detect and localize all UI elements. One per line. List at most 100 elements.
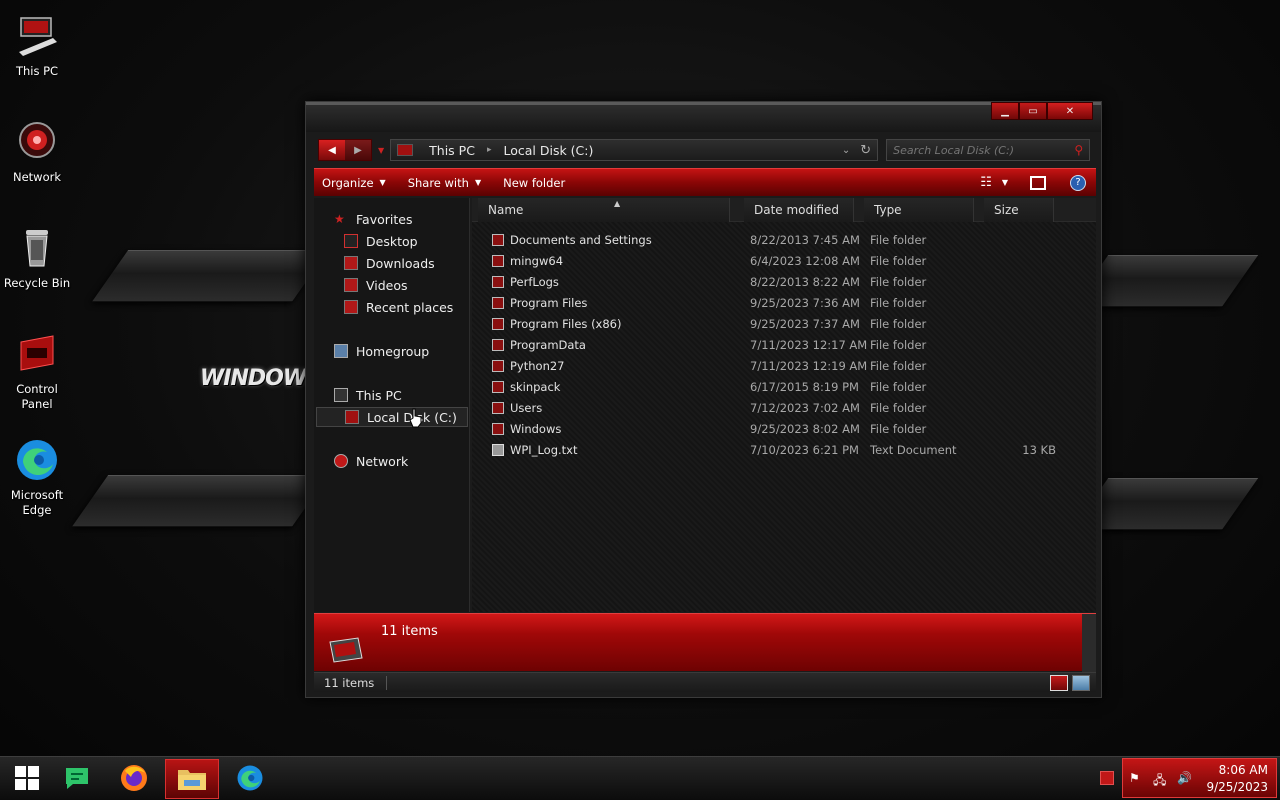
text-file-icon [492, 444, 504, 456]
taskbar-edge[interactable] [223, 759, 277, 799]
start-button[interactable] [0, 759, 54, 799]
file-date-modified: 6/4/2023 12:08 AM [750, 254, 860, 268]
view-options-dropdown-icon[interactable]: ▼ [1002, 178, 1008, 187]
tree-item-recent-places[interactable]: Recent places [344, 297, 453, 317]
file-row[interactable]: Program Files 9/25/2023 7:36 AM File folde… [472, 293, 1096, 314]
system-tray: ⚑ 🖧 🔊 8:06 AM 9/25/2023 [1122, 758, 1277, 798]
search-input[interactable] [893, 143, 1075, 157]
recent-places-folder-icon [344, 300, 358, 314]
view-options-icon[interactable]: ☷ [980, 175, 992, 190]
back-button[interactable]: ◀ [319, 140, 345, 160]
tree-item-desktop[interactable]: Desktop [344, 231, 418, 251]
file-row[interactable]: PerfLogs 8/22/2013 8:22 AM File folder [472, 272, 1096, 293]
command-bar: Organize ▼ Share with ▼ New folder ☷ ▼ ? [314, 168, 1096, 196]
folder-icon [492, 297, 504, 309]
drive-icon [397, 144, 414, 156]
breadcrumb-local-disk[interactable]: Local Disk (C:) [503, 143, 593, 158]
search-box[interactable]: ⚲ [886, 139, 1091, 161]
tree-item-local-disk[interactable]: Local Disk (C:) [316, 407, 468, 427]
column-header-date-modified[interactable]: Date modified [744, 198, 854, 222]
tree-item-homegroup[interactable]: Homegroup [334, 341, 429, 361]
file-name: Windows [510, 422, 562, 436]
details-view-icon[interactable] [1050, 674, 1068, 691]
tree-item-network[interactable]: Network [334, 451, 408, 471]
back-arrow-icon: ◀ [328, 144, 336, 156]
tree-item-downloads[interactable]: Downloads [344, 253, 435, 273]
breadcrumb-this-pc[interactable]: This PC [429, 143, 475, 158]
breadcrumb-separator-icon[interactable]: ▸ [487, 145, 492, 155]
view-switcher [1046, 674, 1090, 691]
window-controls: ▁ ▭ ✕ [991, 102, 1093, 120]
file-row[interactable]: Documents and Settings 8/22/2013 7:45 AM F… [472, 230, 1096, 251]
clock-time: 8:06 AM [1218, 763, 1268, 777]
file-type: File folder [870, 401, 927, 415]
maximize-button[interactable]: ▭ [1019, 102, 1047, 120]
taskbar: ⚑ 🖧 🔊 8:06 AM 9/25/2023 [0, 756, 1280, 800]
minimize-button[interactable]: ▁ [991, 102, 1019, 120]
new-folder-label: New folder [503, 175, 566, 190]
desktop-icon-control-panel[interactable]: Control Panel [0, 330, 74, 412]
volume-icon[interactable]: 🔊 [1177, 771, 1192, 785]
sort-ascending-icon: ▲ [614, 199, 621, 208]
show-hidden-icons-button[interactable] [1100, 771, 1114, 785]
tree-item-label: This PC [356, 387, 402, 403]
status-item-count: 11 items [324, 675, 375, 690]
file-row[interactable]: skinpack 6/17/2015 8:19 PM File folder [472, 377, 1096, 398]
this-pc-icon [334, 388, 348, 402]
network-status-icon[interactable]: 🖧 [1153, 771, 1166, 792]
help-icon[interactable]: ? [1070, 174, 1086, 191]
tree-item-this-pc[interactable]: This PC [334, 385, 402, 405]
close-icon: ✕ [1065, 105, 1075, 117]
file-name: Program Files [510, 296, 588, 310]
file-row[interactable]: Windows 9/25/2023 8:02 AM File folder [472, 419, 1096, 440]
column-label: Name [488, 203, 524, 217]
share-with-button[interactable]: Share with ▼ [408, 176, 481, 190]
new-folder-button[interactable]: New folder [503, 176, 565, 190]
clock[interactable]: 8:06 AM 9/25/2023 [1206, 762, 1268, 796]
search-icon[interactable]: ⚲ [1074, 143, 1083, 157]
organize-button[interactable]: Organize ▼ [322, 176, 386, 190]
taskbar-firefox[interactable] [107, 759, 161, 799]
desktop-icon-edge[interactable]: Microsoft Edge [0, 436, 74, 518]
recycle-bin-icon [13, 224, 61, 272]
file-row[interactable]: Program Files (x86) 9/25/2023 7:37 AM File… [472, 314, 1096, 335]
file-row[interactable]: Users 7/12/2023 7:02 AM File folder [472, 398, 1096, 419]
navigation-bar: ◀ ▶ ▼ This PC ▸ Local Disk (C:) ⌄ ↻ ⚲ [318, 138, 1093, 162]
forward-button[interactable]: ▶ [345, 140, 371, 160]
folder-icon [492, 360, 504, 372]
file-row[interactable]: mingw64 6/4/2023 12:08 AM File folder [472, 251, 1096, 272]
desktop-icon-this-pc[interactable]: This PC [0, 12, 74, 79]
share-with-label: Share with [407, 175, 469, 190]
network-icon [13, 118, 61, 166]
window-titlebar[interactable] [306, 102, 1101, 132]
refresh-icon[interactable]: ↻ [860, 143, 871, 158]
column-header-type[interactable]: Type [864, 198, 974, 222]
column-headers: Name ▲ Date modified Type Size [472, 198, 1096, 222]
column-header-size[interactable]: Size [984, 198, 1054, 222]
tree-item-label: Recent places [366, 299, 454, 315]
recent-locations-icon[interactable]: ▼ [378, 146, 384, 155]
chat-icon [63, 764, 91, 795]
details-pane-edge [1082, 614, 1096, 672]
action-center-flag-icon[interactable]: ⚑ [1129, 771, 1140, 785]
desktop-icon-recycle-bin[interactable]: Recycle Bin [0, 224, 74, 291]
folder-icon [492, 339, 504, 351]
taskbar-chat-app[interactable] [50, 759, 104, 799]
desktop-icon-label: Recycle Bin [3, 276, 71, 290]
close-button[interactable]: ✕ [1047, 102, 1093, 120]
preview-pane-icon[interactable] [1030, 175, 1046, 190]
column-header-name[interactable]: Name ▲ [478, 198, 730, 222]
file-row[interactable]: WPI_Log.txt 7/10/2023 6:21 PM Text Documen… [472, 440, 1096, 461]
videos-folder-icon [344, 278, 358, 292]
tree-item-favorites[interactable]: ★ Favorites [334, 209, 412, 229]
desktop-icon-network[interactable]: Network [0, 118, 74, 185]
address-dropdown-icon[interactable]: ⌄ [842, 145, 850, 156]
taskbar-file-explorer[interactable] [165, 759, 219, 799]
file-date-modified: 8/22/2013 8:22 AM [750, 275, 860, 289]
file-row[interactable]: Python27 7/11/2023 12:19 AM File folder [472, 356, 1096, 377]
file-row[interactable]: ProgramData 7/11/2023 12:17 AM File folder [472, 335, 1096, 356]
large-icons-view-icon[interactable] [1072, 674, 1090, 691]
address-bar[interactable]: This PC ▸ Local Disk (C:) ⌄ ↻ [390, 139, 879, 161]
tree-item-videos[interactable]: Videos [344, 275, 408, 295]
tree-item-label: Desktop [366, 233, 418, 249]
